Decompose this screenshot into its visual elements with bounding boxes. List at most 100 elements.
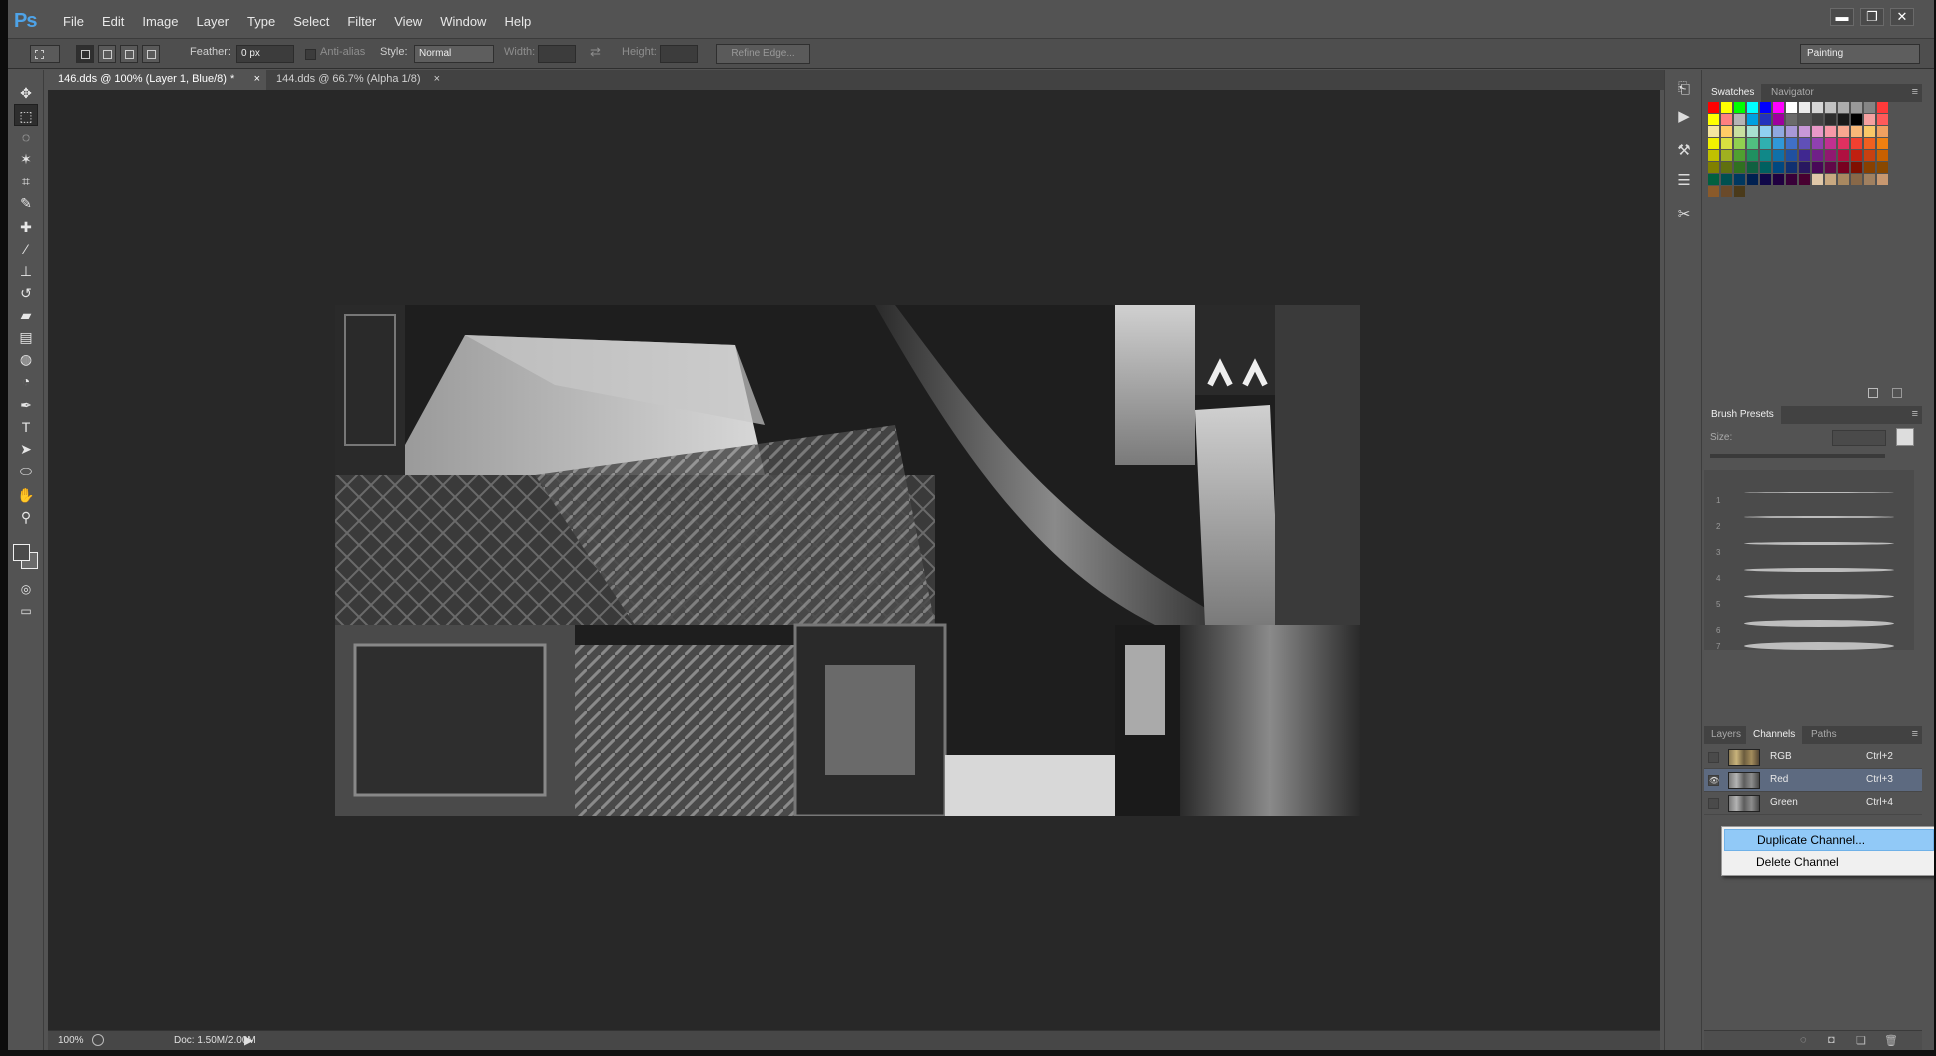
feather-input[interactable]: 0 px [236, 45, 294, 63]
color-swatch[interactable] [1799, 114, 1810, 125]
new-selection-button[interactable] [76, 45, 94, 63]
zoom-icon[interactable]: ⚲ [14, 506, 38, 528]
color-swatch[interactable] [1721, 150, 1732, 161]
panel-menu-icon[interactable]: ≡ [1912, 408, 1918, 420]
subtract-selection-button[interactable] [120, 45, 138, 63]
brush-stroke[interactable] [1744, 516, 1894, 518]
color-swatch[interactable] [1851, 114, 1862, 125]
brush-stroke[interactable] [1744, 542, 1894, 545]
trash-icon[interactable]: 🗑 [1884, 1034, 1898, 1047]
color-swatch[interactable] [1851, 126, 1862, 137]
color-swatch[interactable] [1734, 174, 1745, 185]
size-slider[interactable] [1710, 454, 1885, 458]
color-swatch[interactable] [1734, 186, 1745, 197]
brush-stroke[interactable] [1744, 492, 1894, 493]
tool-preset-picker[interactable] [30, 45, 60, 63]
color-swatch[interactable] [1786, 114, 1797, 125]
brush-panel-icon[interactable]: ✂ [1673, 204, 1695, 226]
create-brush-icon[interactable] [1896, 428, 1914, 446]
color-swatch[interactable] [1708, 114, 1719, 125]
workspace-select[interactable]: Painting [1800, 44, 1920, 64]
restore-button[interactable]: ❐ [1860, 8, 1884, 26]
color-swatch[interactable] [1708, 186, 1719, 197]
clone-stamp-icon[interactable]: ⊥ [14, 260, 38, 282]
color-swatch[interactable] [1812, 174, 1823, 185]
color-swatch[interactable] [1864, 102, 1875, 113]
color-swatch[interactable] [1812, 102, 1823, 113]
color-swatch[interactable] [1747, 126, 1758, 137]
color-swatch[interactable] [1747, 114, 1758, 125]
color-swatch[interactable] [1825, 102, 1836, 113]
type-icon[interactable]: T [14, 416, 38, 438]
color-swatch[interactable] [1812, 114, 1823, 125]
color-swatch[interactable] [1721, 114, 1732, 125]
color-swatch[interactable] [1760, 174, 1771, 185]
color-swatch[interactable] [1825, 138, 1836, 149]
color-swatch[interactable] [1799, 174, 1810, 185]
color-swatch[interactable] [1864, 138, 1875, 149]
color-swatch[interactable] [1825, 150, 1836, 161]
color-swatch[interactable] [1864, 150, 1875, 161]
tab-paths[interactable]: Paths [1804, 726, 1844, 744]
color-swatch[interactable] [1825, 174, 1836, 185]
color-swatch[interactable] [1812, 162, 1823, 173]
lasso-icon[interactable]: ◌ [14, 126, 38, 148]
width-input[interactable] [538, 45, 576, 63]
color-swatch[interactable] [1825, 162, 1836, 173]
color-swatch[interactable] [1747, 174, 1758, 185]
color-swatch[interactable] [1773, 138, 1784, 149]
menu-select[interactable]: Select [284, 13, 338, 31]
color-swatch[interactable] [1760, 102, 1771, 113]
new-channel-icon[interactable]: ❏ [1856, 1034, 1866, 1047]
color-swatch[interactable] [1721, 138, 1732, 149]
tool-presets-icon[interactable]: ⚒ [1673, 140, 1695, 162]
history-panel-icon[interactable]: ⎗ [1673, 78, 1695, 100]
color-swatch[interactable] [1747, 102, 1758, 113]
color-swatch[interactable] [1799, 138, 1810, 149]
foreground-color-swatch[interactable] [13, 544, 30, 561]
color-swatch[interactable] [1877, 138, 1888, 149]
color-swatch[interactable] [1773, 174, 1784, 185]
color-swatch[interactable] [1838, 174, 1849, 185]
menu-window[interactable]: Window [431, 13, 495, 31]
blur-icon[interactable]: ◍ [14, 348, 38, 370]
intersect-selection-button[interactable] [142, 45, 160, 63]
color-swatch[interactable] [1773, 102, 1784, 113]
brush-stroke[interactable] [1744, 620, 1894, 627]
antialias-checkbox[interactable] [305, 49, 316, 60]
dodge-icon[interactable]: ◔ [14, 370, 38, 392]
delete-swatch-icon[interactable] [1892, 388, 1902, 398]
color-swatch[interactable] [1786, 102, 1797, 113]
color-swatch[interactable] [1786, 126, 1797, 137]
brush-icon[interactable]: ⁄ [14, 238, 38, 260]
color-swatch[interactable] [1864, 114, 1875, 125]
paragraph-panel-icon[interactable]: ☰ [1673, 170, 1695, 192]
color-swatch[interactable] [1799, 126, 1810, 137]
eraser-icon[interactable]: ▰ [14, 304, 38, 326]
color-swatch[interactable] [1760, 114, 1771, 125]
color-swatch[interactable] [1773, 114, 1784, 125]
tab-146-dds[interactable]: 146.dds @ 100% (Layer 1, Blue/8) * × [48, 70, 266, 90]
color-swatch[interactable] [1721, 102, 1732, 113]
color-swatch[interactable] [1708, 126, 1719, 137]
menu-image[interactable]: Image [133, 13, 187, 31]
tab-144-dds[interactable]: 144.dds @ 66.7% (Alpha 1/8) × [266, 70, 446, 90]
color-swatch[interactable] [1825, 126, 1836, 137]
color-swatch[interactable] [1838, 114, 1849, 125]
color-swatch[interactable] [1708, 150, 1719, 161]
actions-play-icon[interactable]: ▶ [1673, 106, 1695, 128]
color-swatch[interactable] [1773, 150, 1784, 161]
color-swatch[interactable] [1721, 126, 1732, 137]
visibility-toggle[interactable] [1708, 798, 1719, 809]
color-swatch[interactable] [1708, 162, 1719, 173]
color-swatch[interactable] [1760, 162, 1771, 173]
color-swatch[interactable] [1734, 102, 1745, 113]
brush-list[interactable]: 1 2 3 4 5 6 7 [1704, 470, 1914, 651]
pen-icon[interactable]: ✒ [14, 394, 38, 416]
screen-mode-icon[interactable]: ▭ [14, 600, 38, 622]
color-swatch[interactable] [1734, 126, 1745, 137]
menu-type[interactable]: Type [238, 13, 284, 31]
color-swatch[interactable] [1851, 102, 1862, 113]
eye-icon[interactable]: 👁 [1708, 775, 1719, 786]
style-select[interactable]: Normal [414, 45, 494, 63]
